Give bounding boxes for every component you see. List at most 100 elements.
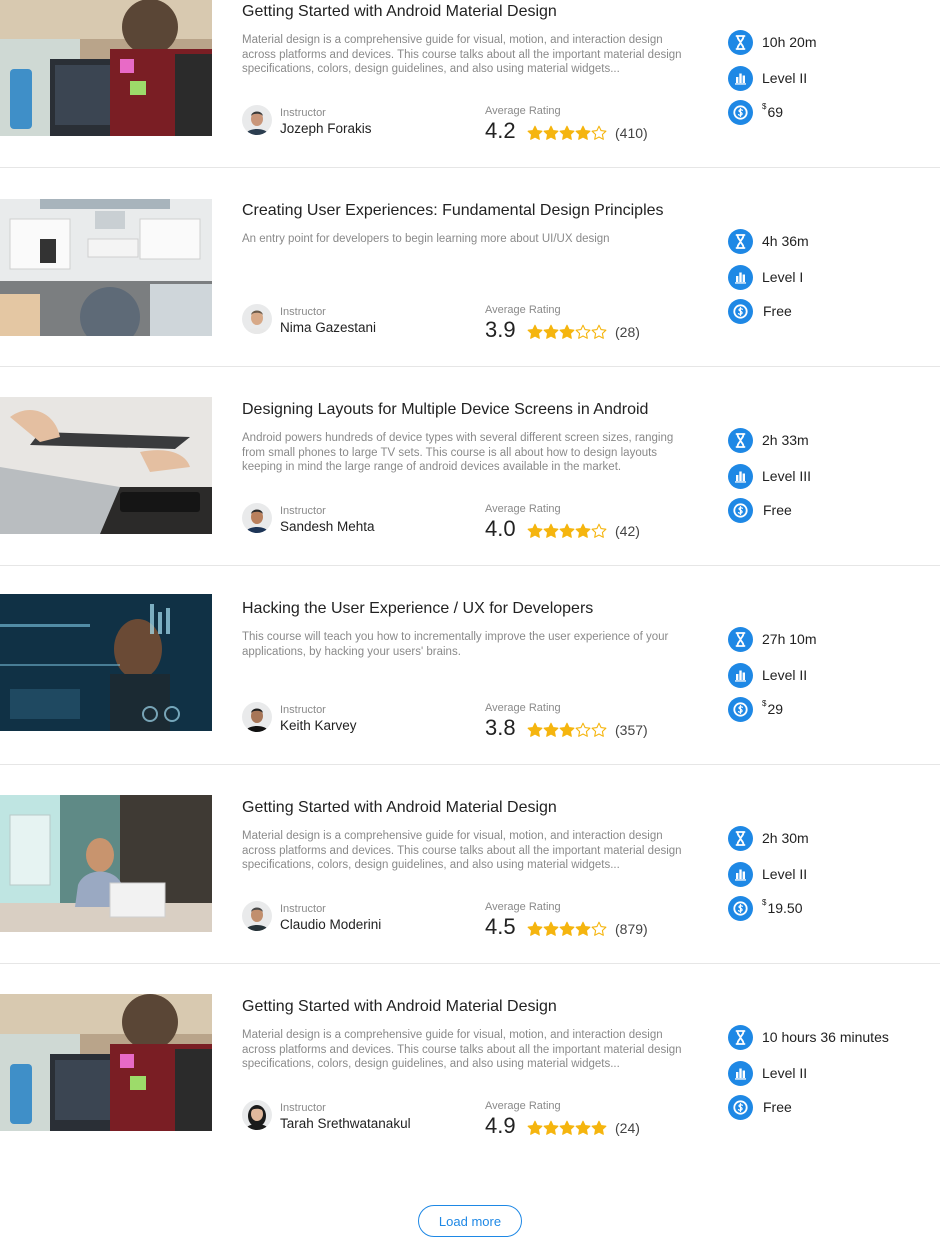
rating-count: (410) <box>615 125 648 141</box>
course-card[interactable]: Getting Started with Android Material De… <box>0 764 940 964</box>
currency-symbol: $ <box>762 699 767 708</box>
instructor-name[interactable]: Nima Gazestani <box>280 320 376 335</box>
hourglass-icon <box>728 627 753 652</box>
price-value: Free <box>763 303 792 319</box>
average-rating-label: Average Rating <box>485 503 561 515</box>
rating-value: 4.5 <box>485 914 516 939</box>
instructor-name[interactable]: Keith Karvey <box>280 718 357 733</box>
course-thumbnail[interactable] <box>0 594 212 731</box>
instructor-avatar <box>242 105 272 135</box>
bar-chart-icon <box>728 265 753 290</box>
currency-symbol: $ <box>762 102 767 111</box>
star-filled-icon <box>527 1120 543 1136</box>
hourglass-icon <box>728 826 753 851</box>
instructor-name[interactable]: Claudio Moderini <box>280 917 381 932</box>
course-thumbnail[interactable] <box>0 795 212 932</box>
course-card[interactable]: Creating User Experiences: Fundamental D… <box>0 167 940 367</box>
star-filled-icon <box>527 523 543 539</box>
star-empty-icon <box>591 523 607 539</box>
course-price: $69 <box>762 102 784 120</box>
course-description: Android powers hundreds of device types … <box>242 432 674 473</box>
star-filled-icon <box>543 1120 559 1136</box>
rating-count: (28) <box>615 324 640 340</box>
course-description: This course will teach you how to increm… <box>242 631 669 658</box>
course-title[interactable]: Getting Started with Android Material De… <box>242 998 557 1016</box>
rating-value: 4.9 <box>485 1113 516 1138</box>
star-empty-icon <box>591 921 607 937</box>
star-empty-icon <box>591 722 607 738</box>
star-filled-icon <box>543 921 559 937</box>
course-title[interactable]: Getting Started with Android Material De… <box>242 799 557 817</box>
average-rating-label: Average Rating <box>485 1100 561 1112</box>
course-level: Level II <box>762 866 808 882</box>
course-thumbnail[interactable] <box>0 199 212 336</box>
rating-stars <box>527 1120 607 1136</box>
dollar-icon <box>728 697 753 722</box>
course-description: Material design is a comprehensive guide… <box>242 830 682 871</box>
dollar-icon <box>728 498 753 523</box>
course-thumbnail[interactable] <box>0 0 212 136</box>
instructor-avatar <box>242 702 272 732</box>
course-title[interactable]: Designing Layouts for Multiple Device Sc… <box>242 401 648 419</box>
star-empty-icon <box>575 324 591 340</box>
course-level: Level I <box>762 269 804 285</box>
course-description: Material design is a comprehensive guide… <box>242 34 682 75</box>
course-level: Level II <box>762 667 808 683</box>
instructor-label: Instructor <box>280 306 326 318</box>
course-duration: 10h 20m <box>762 34 817 50</box>
instructor-avatar <box>242 304 272 334</box>
course-title[interactable]: Creating User Experiences: Fundamental D… <box>242 202 664 220</box>
star-filled-icon <box>591 1120 607 1136</box>
rating-count: (879) <box>615 921 648 937</box>
price-value: Free <box>763 1099 792 1115</box>
instructor-label: Instructor <box>280 505 326 517</box>
instructor-avatar <box>242 503 272 533</box>
rating-value: 4.0 <box>485 516 516 541</box>
course-card[interactable]: Getting Started with Android Material De… <box>0 0 940 168</box>
course-duration: 27h 10m <box>762 631 817 647</box>
course-thumbnail[interactable] <box>0 397 212 534</box>
star-filled-icon <box>543 324 559 340</box>
star-empty-icon <box>591 324 607 340</box>
dollar-icon <box>728 100 753 125</box>
star-empty-icon <box>591 125 607 141</box>
star-empty-icon <box>575 722 591 738</box>
bar-chart-icon <box>728 1061 753 1086</box>
course-level: Level II <box>762 1065 808 1081</box>
star-filled-icon <box>543 125 559 141</box>
course-duration: 2h 30m <box>762 830 809 846</box>
instructor-label: Instructor <box>280 107 326 119</box>
instructor-label: Instructor <box>280 903 326 915</box>
price-value: 19.50 <box>767 900 803 916</box>
star-filled-icon <box>559 523 575 539</box>
star-filled-icon <box>527 125 543 141</box>
course-card[interactable]: Getting Started with Android Material De… <box>0 963 940 1162</box>
course-title[interactable]: Getting Started with Android Material De… <box>242 3 557 21</box>
bar-chart-icon <box>728 464 753 489</box>
star-filled-icon <box>575 1120 591 1136</box>
price-value: Free <box>763 502 792 518</box>
course-duration: 2h 33m <box>762 432 809 448</box>
star-filled-icon <box>559 921 575 937</box>
course-price: $29 <box>762 699 784 717</box>
instructor-name[interactable]: Jozeph Forakis <box>280 121 372 136</box>
course-description: Material design is a comprehensive guide… <box>242 1029 682 1070</box>
load-more-button[interactable]: Load more <box>418 1205 522 1237</box>
star-filled-icon <box>543 523 559 539</box>
hourglass-icon <box>728 229 753 254</box>
rating-value: 4.2 <box>485 118 516 143</box>
course-title[interactable]: Hacking the User Experience / UX for Dev… <box>242 600 593 618</box>
course-price: Free <box>762 1099 792 1115</box>
hourglass-icon <box>728 1025 753 1050</box>
price-value: 29 <box>767 701 784 717</box>
star-filled-icon <box>575 125 591 141</box>
course-card[interactable]: Hacking the User Experience / UX for Dev… <box>0 565 940 765</box>
star-filled-icon <box>559 324 575 340</box>
course-card[interactable]: Designing Layouts for Multiple Device Sc… <box>0 366 940 566</box>
instructor-name[interactable]: Tarah Srethwatanakul <box>280 1116 411 1131</box>
price-value: 69 <box>767 104 784 120</box>
instructor-name[interactable]: Sandesh Mehta <box>280 519 375 534</box>
rating-count: (357) <box>615 722 648 738</box>
course-thumbnail[interactable] <box>0 994 212 1131</box>
instructor-avatar <box>242 1100 272 1130</box>
